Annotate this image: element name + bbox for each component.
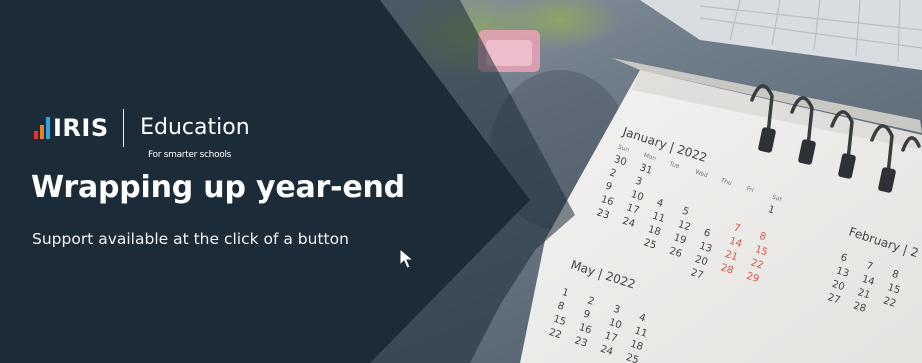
banner-headline: Wrapping up year-end — [31, 170, 405, 205]
brand-name: IRIS — [53, 114, 109, 142]
promo-banner[interactable]: January | 2022 Sun Mon Tue Wed Thu Fri Sat 30 3… — [0, 0, 922, 363]
iris-bars-icon — [34, 117, 50, 139]
brand-tagline: For smarter schools — [148, 150, 232, 160]
banner-subheadline: Support available at the click of a butt… — [32, 230, 349, 248]
logo-divider — [122, 109, 125, 147]
mouse-pointer-icon — [399, 248, 415, 269]
product-name: Education — [140, 115, 250, 140]
iris-education-logo: IRIS Education — [34, 108, 250, 148]
